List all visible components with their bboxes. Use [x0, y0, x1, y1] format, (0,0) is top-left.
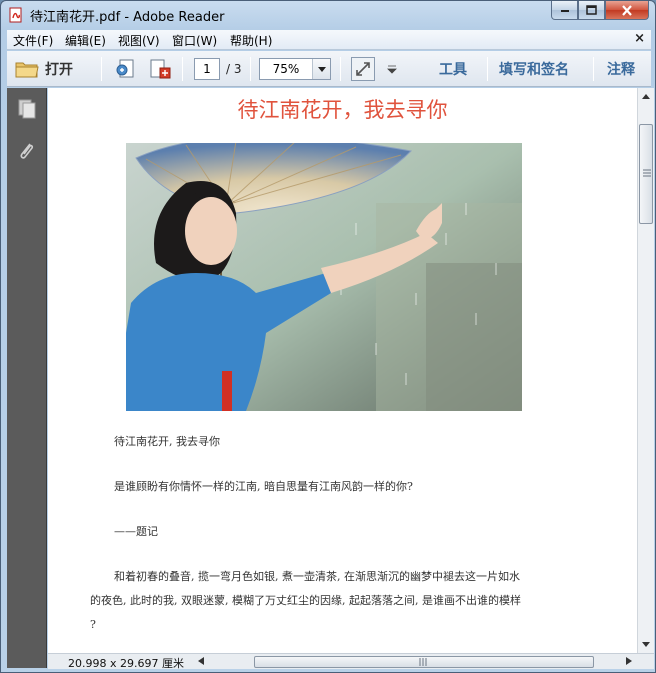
- menu-view[interactable]: 视图(V): [118, 32, 160, 49]
- create-pdf-button[interactable]: [114, 55, 138, 83]
- page-total: / 3: [226, 62, 242, 76]
- comment-label: 注释: [607, 62, 635, 78]
- tools-pane-button[interactable]: 工具: [439, 55, 467, 83]
- document-text-line: 待江南花开, 我去寻你: [114, 435, 220, 448]
- minimize-button[interactable]: [551, 1, 578, 20]
- arrow-down-icon: [642, 642, 650, 647]
- arrow-right-icon[interactable]: [626, 657, 632, 665]
- chevron-down-icon: [317, 66, 326, 72]
- minimize-icon: [560, 10, 569, 12]
- grip-icon: [419, 658, 427, 666]
- menu-help[interactable]: 帮助(H): [230, 32, 272, 49]
- dropdown-arrow-icon: [387, 65, 397, 74]
- close-icon: [622, 4, 632, 16]
- document-photo: [126, 143, 522, 411]
- fit-page-frame: [351, 57, 375, 81]
- window-title: 待江南花开.pdf - Adobe Reader: [30, 10, 225, 25]
- zoom-control: 75%: [259, 55, 331, 83]
- document-text-line: ——题记: [114, 525, 158, 538]
- vertical-scroll-thumb[interactable]: [639, 124, 653, 224]
- toolbar-separator: [487, 57, 488, 81]
- menu-bar: 文件(F) 编辑(E) 视图(V) 窗口(W) 帮助(H) ×: [7, 30, 651, 50]
- open-button[interactable]: 打开: [15, 55, 73, 83]
- menu-edit[interactable]: 编辑(E): [65, 32, 106, 49]
- horizontal-scroll-thumb[interactable]: [254, 656, 594, 668]
- page-number-input[interactable]: 1: [194, 58, 220, 80]
- open-label: 打开: [45, 62, 73, 78]
- document-page[interactable]: 待江南花开，我去寻你 待江南花开, 我去寻你 是谁顾盼有你情怀一样的江南, 暗自…: [48, 88, 637, 653]
- fit-page-icon: [356, 62, 370, 76]
- page-navigator: 1 / 3: [194, 55, 242, 83]
- title-bar[interactable]: 待江南花开.pdf - Adobe Reader: [1, 1, 655, 29]
- window-controls: [551, 1, 649, 21]
- menu-window[interactable]: 窗口(W): [172, 32, 217, 49]
- toolbar-separator: [182, 57, 183, 81]
- toolbar: 打开 1 / 3 75% 工具 填写和签名 注释: [7, 51, 651, 87]
- arrow-up-icon: [642, 94, 650, 99]
- document-text-line: 是谁顾盼有你情怀一样的江南, 暗自思量有江南风韵一样的你?: [114, 480, 413, 493]
- page-thumbnails-icon[interactable]: [16, 98, 38, 120]
- convert-pdf-button[interactable]: [148, 55, 172, 83]
- attachments-icon[interactable]: [16, 140, 38, 162]
- toolbar-separator: [340, 57, 341, 81]
- document-text-line: 和着初春的叠音, 揽一弯月色如银, 煮一壶清茶, 在渐思渐沉的幽梦中褪去这一片如…: [114, 570, 520, 583]
- scroll-up-button[interactable]: [638, 88, 654, 105]
- horizontal-scrollbar[interactable]: [194, 655, 636, 668]
- status-bar: 20.998 x 29.697 厘米: [48, 653, 654, 670]
- toolbar-separator: [101, 57, 102, 81]
- zoom-value: 75%: [272, 62, 300, 76]
- create-pdf-icon: [116, 59, 134, 78]
- close-button[interactable]: [605, 1, 649, 20]
- fill-sign-label: 填写和签名: [499, 62, 569, 78]
- page-size-readout: 20.998 x 29.697 厘米: [68, 657, 184, 670]
- document-close-button[interactable]: ×: [634, 31, 645, 46]
- convert-pdf-icon: [150, 59, 171, 79]
- maximize-icon: [586, 5, 597, 15]
- zoom-select[interactable]: 75%: [259, 58, 331, 80]
- menu-file[interactable]: 文件(F): [13, 32, 53, 49]
- pdf-app-icon: [9, 7, 22, 23]
- folder-icon: [15, 62, 39, 78]
- app-window: 待江南花开.pdf - Adobe Reader 文件(F) 编辑(E) 视图(…: [0, 0, 656, 673]
- zoom-dropdown-button[interactable]: [312, 59, 330, 79]
- document-text-line: 的夜色, 此时的我, 双眼迷蒙, 模糊了万丈红尘的因缘, 起起落落之间, 是谁画…: [90, 594, 521, 607]
- vertical-scrollbar[interactable]: [637, 88, 654, 653]
- document-text-line: ?: [90, 618, 96, 631]
- maximize-button[interactable]: [578, 1, 605, 20]
- fill-sign-pane-button[interactable]: 填写和签名: [499, 55, 569, 83]
- document-title: 待江南花开，我去寻你: [237, 98, 448, 122]
- toolbar-separator: [250, 57, 251, 81]
- navigation-pane: [7, 88, 47, 668]
- grip-icon: [643, 169, 651, 177]
- customize-toolbar-button[interactable]: [387, 55, 397, 83]
- toolbar-separator: [593, 57, 594, 81]
- arrow-left-icon[interactable]: [198, 657, 204, 665]
- scroll-down-button[interactable]: [638, 636, 654, 653]
- tools-label: 工具: [439, 62, 467, 78]
- fit-page-button[interactable]: [351, 55, 375, 83]
- comment-pane-button[interactable]: 注释: [607, 55, 635, 83]
